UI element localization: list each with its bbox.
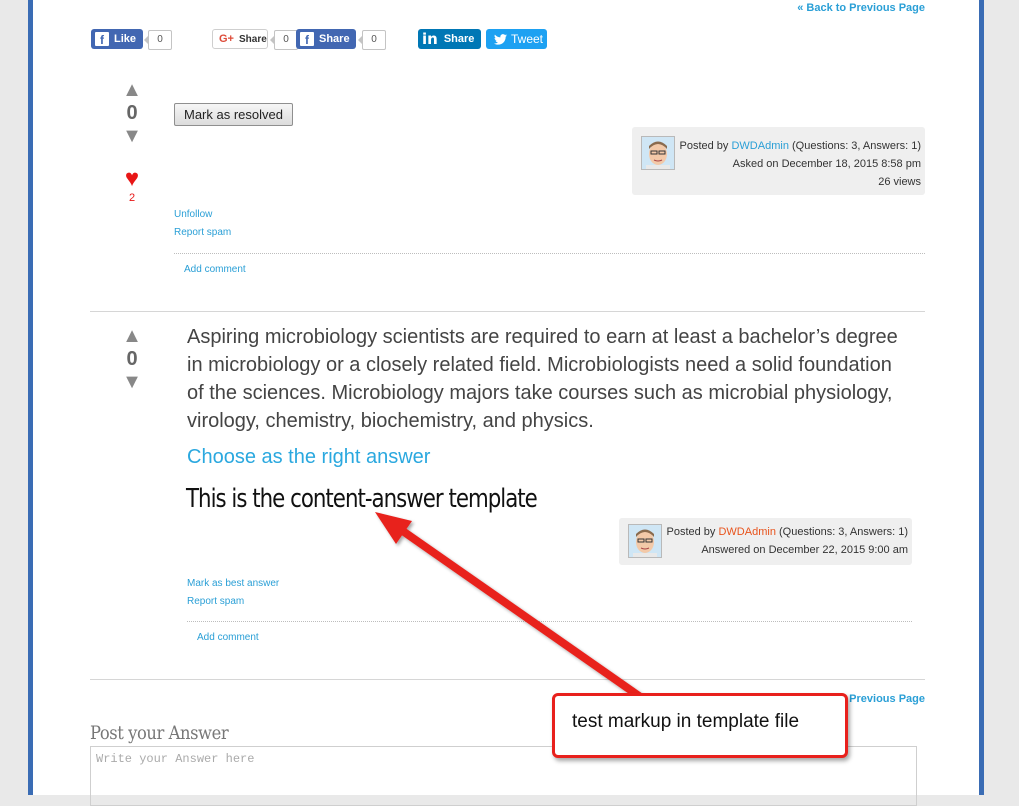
facebook-icon: f: [95, 32, 109, 47]
question-vote-widget: ▲ 0 ▼: [117, 79, 147, 147]
author-link[interactable]: DWDAdmin: [718, 526, 775, 538]
avatar[interactable]: [641, 136, 675, 170]
posted-by-prefix: Posted by: [679, 140, 729, 152]
facebook-share-count: 0: [358, 30, 386, 50]
tweet-label: Tweet: [511, 32, 544, 46]
avatar-face-icon: [642, 137, 674, 169]
answer-body: Aspiring microbiology scientists are req…: [187, 326, 898, 432]
favorite-widget: ♥ 2: [121, 166, 143, 205]
googleplus-share-button[interactable]: G+ Share: [212, 29, 268, 49]
question-asked-on: Asked on December 18, 2015 8:58 pm: [732, 158, 921, 170]
answer-meta-box: Posted by DWDAdmin (Questions: 3, Answer…: [619, 518, 912, 565]
page-content: « Back to Previous Page f Like 0 G+ Shar…: [33, 0, 979, 806]
answer-vote-count: 0: [126, 348, 138, 370]
answer-answered-on: Answered on December 22, 2015 9:00 am: [701, 544, 908, 556]
divider: [174, 253, 925, 254]
googleplus-share-count: 0: [270, 30, 298, 50]
googleplus-share-label: Share: [238, 33, 267, 45]
question-add-comment-link[interactable]: Add comment: [184, 264, 246, 275]
answer-add-comment-link[interactable]: Add comment: [197, 632, 259, 643]
linkedin-icon: in: [422, 30, 438, 48]
divider: [187, 621, 912, 622]
facebook-icon: f: [300, 32, 314, 47]
back-to-previous-page-link[interactable]: « Back to Previous Page: [797, 2, 925, 14]
divider: [90, 679, 925, 680]
author-stats: (Questions: 3, Answers: 1): [792, 140, 921, 152]
vote-up-icon[interactable]: ▲: [117, 79, 147, 101]
back-to-previous-page-bottom-link[interactable]: Previous Page: [849, 693, 925, 705]
posted-by-prefix: Posted by: [666, 526, 716, 538]
facebook-like-button[interactable]: f Like: [91, 29, 143, 49]
avatar-face-icon: [629, 525, 661, 557]
avatar[interactable]: [628, 524, 662, 558]
template-note-text: This is the content-answer template: [186, 484, 538, 514]
answer-posted-by: Posted by DWDAdmin (Questions: 3, Answer…: [667, 526, 909, 538]
facebook-like-label: Like: [114, 33, 137, 45]
heart-icon[interactable]: ♥: [121, 166, 143, 192]
googleplus-icon: G+: [219, 33, 234, 45]
answer-textarea-placeholder: Write your Answer here: [96, 752, 255, 766]
vote-down-icon[interactable]: ▼: [117, 371, 147, 393]
author-link[interactable]: DWDAdmin: [731, 140, 788, 152]
divider: [90, 311, 925, 312]
choose-right-answer-link[interactable]: Choose as the right answer: [187, 446, 430, 469]
favorite-count: 2: [128, 192, 136, 204]
post-answer-title: Post your Answer: [90, 722, 229, 744]
twitter-bird-icon: [494, 33, 507, 45]
answer-vote-widget: ▲ 0 ▼: [117, 325, 147, 393]
question-report-spam-link[interactable]: Report spam: [174, 227, 231, 238]
mark-as-resolved-button[interactable]: Mark as resolved: [174, 103, 293, 126]
annotation-callout: test markup in template file: [552, 693, 848, 758]
unfollow-link[interactable]: Unfollow: [174, 209, 212, 220]
question-vote-count: 0: [126, 102, 138, 124]
question-views: 26 views: [878, 176, 921, 188]
question-meta-box: Posted by DWDAdmin (Questions: 3, Answer…: [632, 127, 925, 195]
question-posted-by: Posted by DWDAdmin (Questions: 3, Answer…: [680, 140, 922, 152]
vote-down-icon[interactable]: ▼: [117, 125, 147, 147]
facebook-like-count: 0: [144, 30, 172, 50]
tweet-button[interactable]: Tweet: [486, 29, 547, 49]
facebook-share-button[interactable]: f Share: [296, 29, 356, 49]
facebook-share-label: Share: [319, 33, 350, 45]
answer-report-spam-link[interactable]: Report spam: [187, 596, 244, 607]
vote-up-icon[interactable]: ▲: [117, 325, 147, 347]
mark-best-answer-link[interactable]: Mark as best answer: [187, 578, 279, 589]
page-right-border: [979, 0, 984, 795]
linkedin-share-button[interactable]: in Share: [418, 29, 481, 49]
linkedin-share-label: Share: [443, 33, 475, 45]
author-stats: (Questions: 3, Answers: 1): [779, 526, 908, 538]
